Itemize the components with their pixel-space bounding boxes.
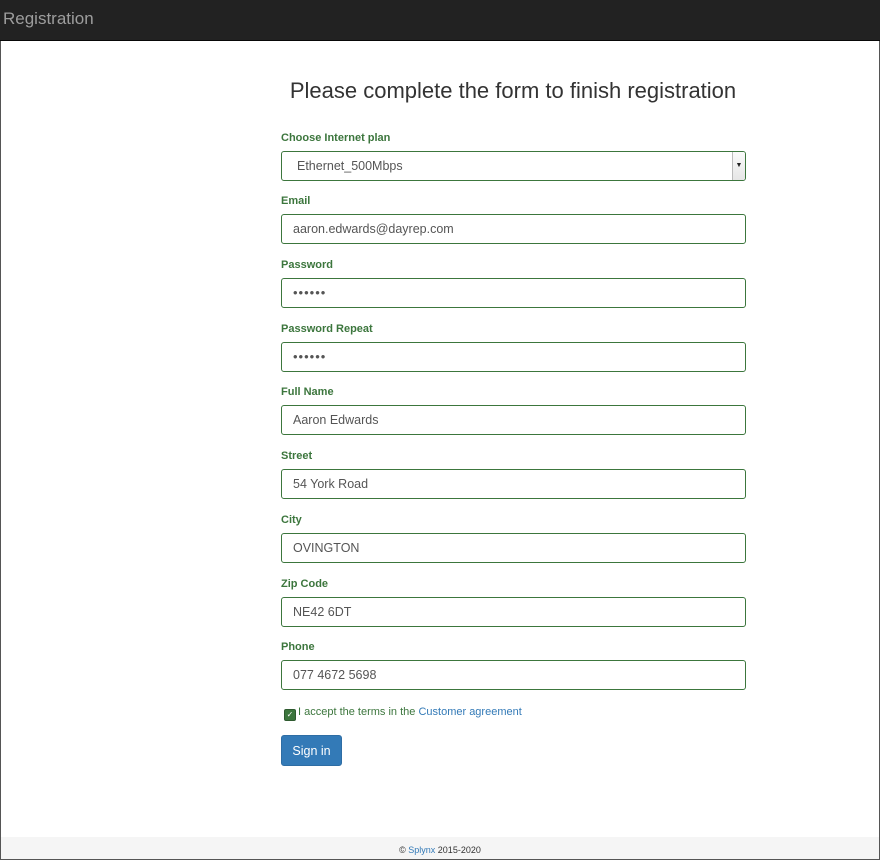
customer-agreement-link[interactable]: Customer agreement bbox=[418, 706, 521, 718]
terms-checkbox[interactable]: ✓ bbox=[284, 709, 296, 721]
street-field[interactable]: 54 York Road bbox=[281, 469, 746, 499]
footer-copyright: © bbox=[399, 845, 409, 855]
password-repeat-group: Password Repeat •••••• bbox=[281, 322, 746, 372]
phone-group: Phone 077 4672 5698 bbox=[281, 640, 746, 690]
app-title[interactable]: Registration bbox=[3, 9, 94, 29]
plan-select[interactable]: Ethernet_500Mbps ▼ bbox=[281, 151, 746, 181]
sign-in-button[interactable]: Sign in bbox=[281, 735, 342, 766]
city-field[interactable]: OVINGTON bbox=[281, 533, 746, 563]
footer: © Splynx 2015-2020 bbox=[1, 837, 879, 859]
full-name-label: Full Name bbox=[281, 386, 334, 398]
city-group: City OVINGTON bbox=[281, 513, 746, 563]
phone-label: Phone bbox=[281, 641, 315, 653]
email-field[interactable]: aaron.edwards@dayrep.com bbox=[281, 214, 746, 244]
city-label: City bbox=[281, 514, 302, 526]
email-group: Email aaron.edwards@dayrep.com bbox=[281, 194, 746, 244]
full-name-field[interactable]: Aaron Edwards bbox=[281, 405, 746, 435]
zip-group: Zip Code NE42 6DT bbox=[281, 577, 746, 627]
plan-group: Choose Internet plan Ethernet_500Mbps ▼ bbox=[281, 131, 746, 181]
email-label: Email bbox=[281, 195, 311, 207]
splynx-link[interactable]: Splynx bbox=[408, 845, 435, 855]
terms-text: I accept the terms in the bbox=[298, 706, 419, 718]
zip-label: Zip Code bbox=[281, 578, 329, 590]
plan-label: Choose Internet plan bbox=[281, 132, 391, 144]
password-group: Password •••••• bbox=[281, 258, 746, 308]
zip-field[interactable]: NE42 6DT bbox=[281, 597, 746, 627]
plan-select-value: Ethernet_500Mbps bbox=[297, 159, 403, 173]
terms-row: ✓ I accept the terms in the Customer agre… bbox=[284, 705, 522, 721]
password-field[interactable]: •••••• bbox=[281, 278, 746, 308]
footer-years: 2015-2020 bbox=[435, 845, 481, 855]
navbar: Registration bbox=[0, 0, 880, 41]
password-label: Password bbox=[281, 259, 333, 271]
street-label: Street bbox=[281, 450, 313, 462]
full-name-group: Full Name Aaron Edwards bbox=[281, 385, 746, 435]
street-group: Street 54 York Road bbox=[281, 449, 746, 499]
page-title: Please complete the form to finish regis… bbox=[289, 78, 737, 103]
password-repeat-field[interactable]: •••••• bbox=[281, 342, 746, 372]
chevron-down-icon[interactable]: ▼ bbox=[732, 152, 745, 180]
password-repeat-label: Password Repeat bbox=[281, 323, 373, 335]
phone-field[interactable]: 077 4672 5698 bbox=[281, 660, 746, 690]
